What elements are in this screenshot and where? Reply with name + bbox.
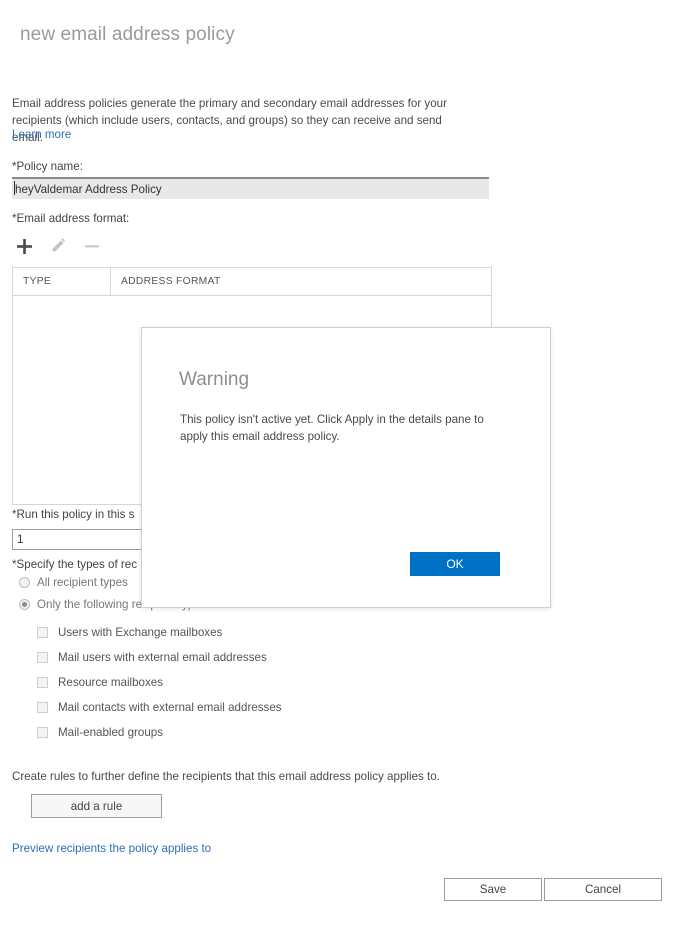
intro-description: Email address policies generate the prim… bbox=[12, 97, 447, 144]
recipient-types-label: *Specify the types of rec bbox=[12, 558, 138, 571]
column-header-type[interactable]: TYPE bbox=[13, 268, 111, 295]
dialog-ok-button[interactable]: OK bbox=[410, 552, 500, 576]
policy-name-input[interactable] bbox=[12, 177, 489, 199]
sequence-input[interactable] bbox=[12, 529, 144, 550]
learn-more-link[interactable]: Learn more bbox=[12, 128, 71, 141]
checkbox-label: Users with Exchange mailboxes bbox=[58, 626, 223, 639]
add-format-button[interactable] bbox=[12, 234, 36, 258]
checkbox-label: Mail users with external email addresses bbox=[58, 651, 267, 664]
checkbox-label: Resource mailboxes bbox=[58, 676, 164, 689]
checkbox-mail-users-external-email[interactable]: Mail users with external email addresses bbox=[37, 651, 267, 664]
radio-icon-selected bbox=[19, 599, 30, 610]
table-header-row: TYPE ADDRESS FORMAT bbox=[13, 268, 491, 296]
email-format-toolbar bbox=[12, 234, 104, 258]
rules-description: Create rules to further define the recip… bbox=[12, 770, 440, 783]
checkbox-label: Mail contacts with external email addres… bbox=[58, 701, 282, 714]
checkbox-icon bbox=[37, 727, 48, 738]
column-header-address-format[interactable]: ADDRESS FORMAT bbox=[111, 268, 491, 295]
checkbox-resource-mailboxes[interactable]: Resource mailboxes bbox=[37, 676, 163, 689]
text-caret bbox=[14, 181, 15, 195]
preview-recipients-link[interactable]: Preview recipients the policy applies to bbox=[12, 842, 211, 855]
plus-icon bbox=[16, 238, 32, 254]
dialog-title: Warning bbox=[179, 369, 250, 390]
add-a-rule-button[interactable]: add a rule bbox=[31, 794, 162, 818]
radio-all-recipient-types[interactable]: All recipient types bbox=[19, 576, 128, 589]
radio-icon-unselected bbox=[19, 577, 30, 588]
radio-label-all: All recipient types bbox=[37, 576, 128, 589]
page-title: new email address policy bbox=[20, 24, 235, 45]
checkbox-label: Mail-enabled groups bbox=[58, 726, 164, 739]
checkbox-icon bbox=[37, 652, 48, 663]
checkbox-users-with-exchange-mailboxes[interactable]: Users with Exchange mailboxes bbox=[37, 626, 222, 639]
checkbox-icon bbox=[37, 627, 48, 638]
warning-dialog: Warning This policy isn't active yet. Cl… bbox=[141, 327, 551, 608]
remove-format-button[interactable] bbox=[80, 234, 104, 258]
email-format-label: *Email address format: bbox=[12, 212, 130, 225]
pencil-icon bbox=[52, 238, 65, 252]
cancel-button[interactable]: Cancel bbox=[544, 878, 662, 901]
sequence-label: *Run this policy in this s bbox=[12, 508, 135, 521]
checkbox-icon bbox=[37, 677, 48, 688]
dialog-message: This policy isn't active yet. Click Appl… bbox=[180, 413, 484, 443]
checkbox-mail-contacts-external-email[interactable]: Mail contacts with external email addres… bbox=[37, 701, 282, 714]
checkbox-mail-enabled-groups[interactable]: Mail-enabled groups bbox=[37, 726, 163, 739]
minus-icon bbox=[85, 245, 99, 248]
checkbox-icon bbox=[37, 702, 48, 713]
edit-format-button[interactable] bbox=[46, 234, 70, 258]
policy-name-label: *Policy name: bbox=[12, 160, 83, 173]
save-button[interactable]: Save bbox=[444, 878, 542, 901]
